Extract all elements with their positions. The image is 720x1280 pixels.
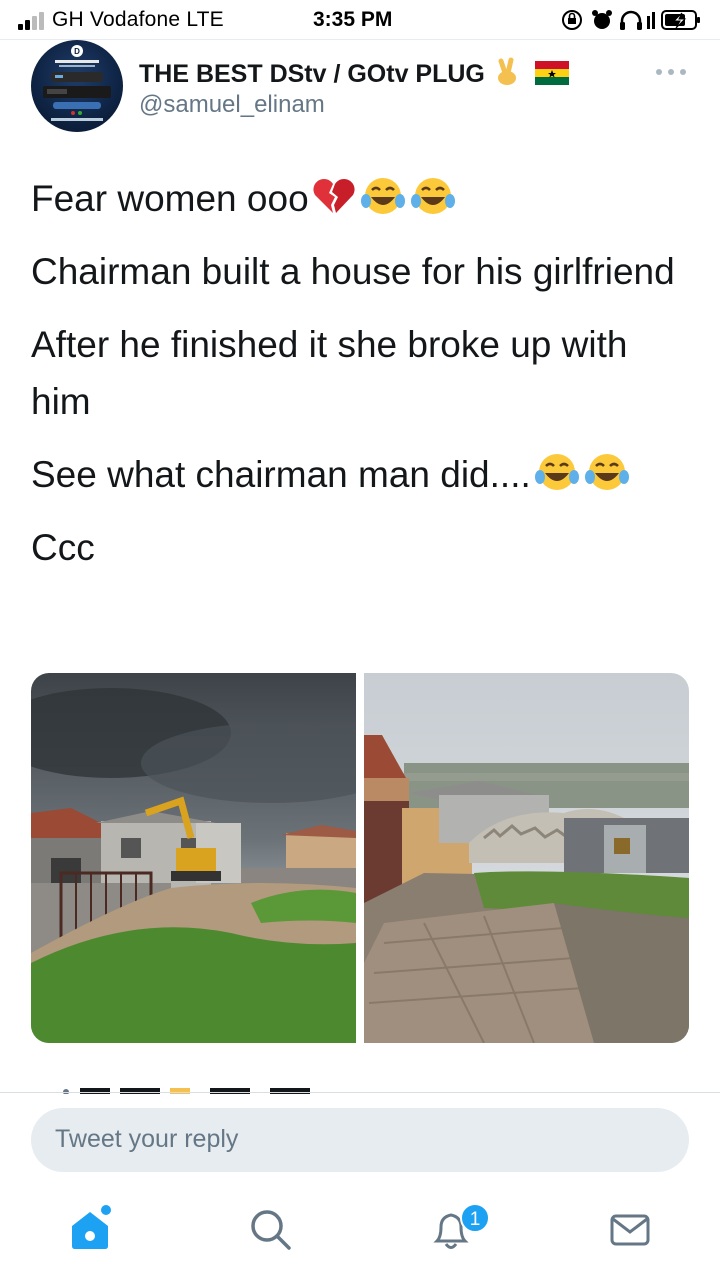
user-handle[interactable]: @samuel_elinam — [139, 91, 325, 119]
tweet-text: Fear women ooo Chairman built a house fo… — [31, 170, 691, 592]
tweet-photo-1[interactable] — [31, 673, 356, 1043]
svg-text:D: D — [74, 47, 80, 56]
home-icon[interactable] — [66, 1205, 114, 1253]
reply-placeholder: Tweet your reply — [55, 1125, 239, 1153]
status-bar: GH Vodafone LTE 3:35 PM — [0, 0, 720, 40]
tweet-line-4: See what chairman man did.... — [31, 446, 691, 503]
tears-of-joy-emoji — [584, 454, 629, 490]
ghana-flag-emoji — [534, 61, 569, 85]
headphones-icon — [620, 10, 642, 30]
tweet-line-5: Ccc — [31, 527, 95, 568]
tweet-line-2: Chairman built a house for his girlfrien… — [31, 251, 675, 292]
display-name[interactable]: THE BEST DStv / GOtv PLUG — [139, 57, 569, 89]
carrier-label: GH Vodafone LTE — [52, 8, 224, 31]
signal-strength-icon — [18, 12, 44, 30]
broken-heart-emoji — [313, 178, 355, 213]
search-icon[interactable] — [246, 1205, 294, 1253]
battery-charging-icon — [661, 10, 700, 30]
victory-hand-emoji — [497, 57, 516, 85]
status-time: 3:35 PM — [313, 8, 393, 31]
tweet-line-3: After he finished it she broke up with h… — [31, 324, 628, 422]
demolished-house-rubble-photo — [364, 673, 689, 1043]
tweet-photo-2[interactable] — [364, 673, 689, 1043]
reply-divider — [0, 1092, 720, 1093]
more-options-icon[interactable] — [654, 65, 688, 79]
notifications-badge: 1 — [460, 1203, 490, 1233]
avatar-logo-image: D — [43, 45, 111, 121]
rotation-lock-icon — [562, 10, 582, 30]
tears-of-joy-emoji — [410, 178, 455, 214]
profile-avatar[interactable]: D — [31, 40, 123, 132]
status-icons — [562, 10, 700, 30]
tweet-line-1: Fear women ooo — [31, 170, 691, 227]
messages-icon[interactable] — [606, 1205, 654, 1253]
tears-of-joy-emoji — [360, 178, 405, 214]
reply-input[interactable]: Tweet your reply — [31, 1108, 689, 1172]
data-arrows-icon — [647, 12, 655, 29]
house-excavator-photo — [31, 673, 356, 1043]
alarm-icon — [592, 10, 612, 29]
tears-of-joy-emoji — [534, 454, 579, 490]
status-divider — [0, 39, 720, 40]
